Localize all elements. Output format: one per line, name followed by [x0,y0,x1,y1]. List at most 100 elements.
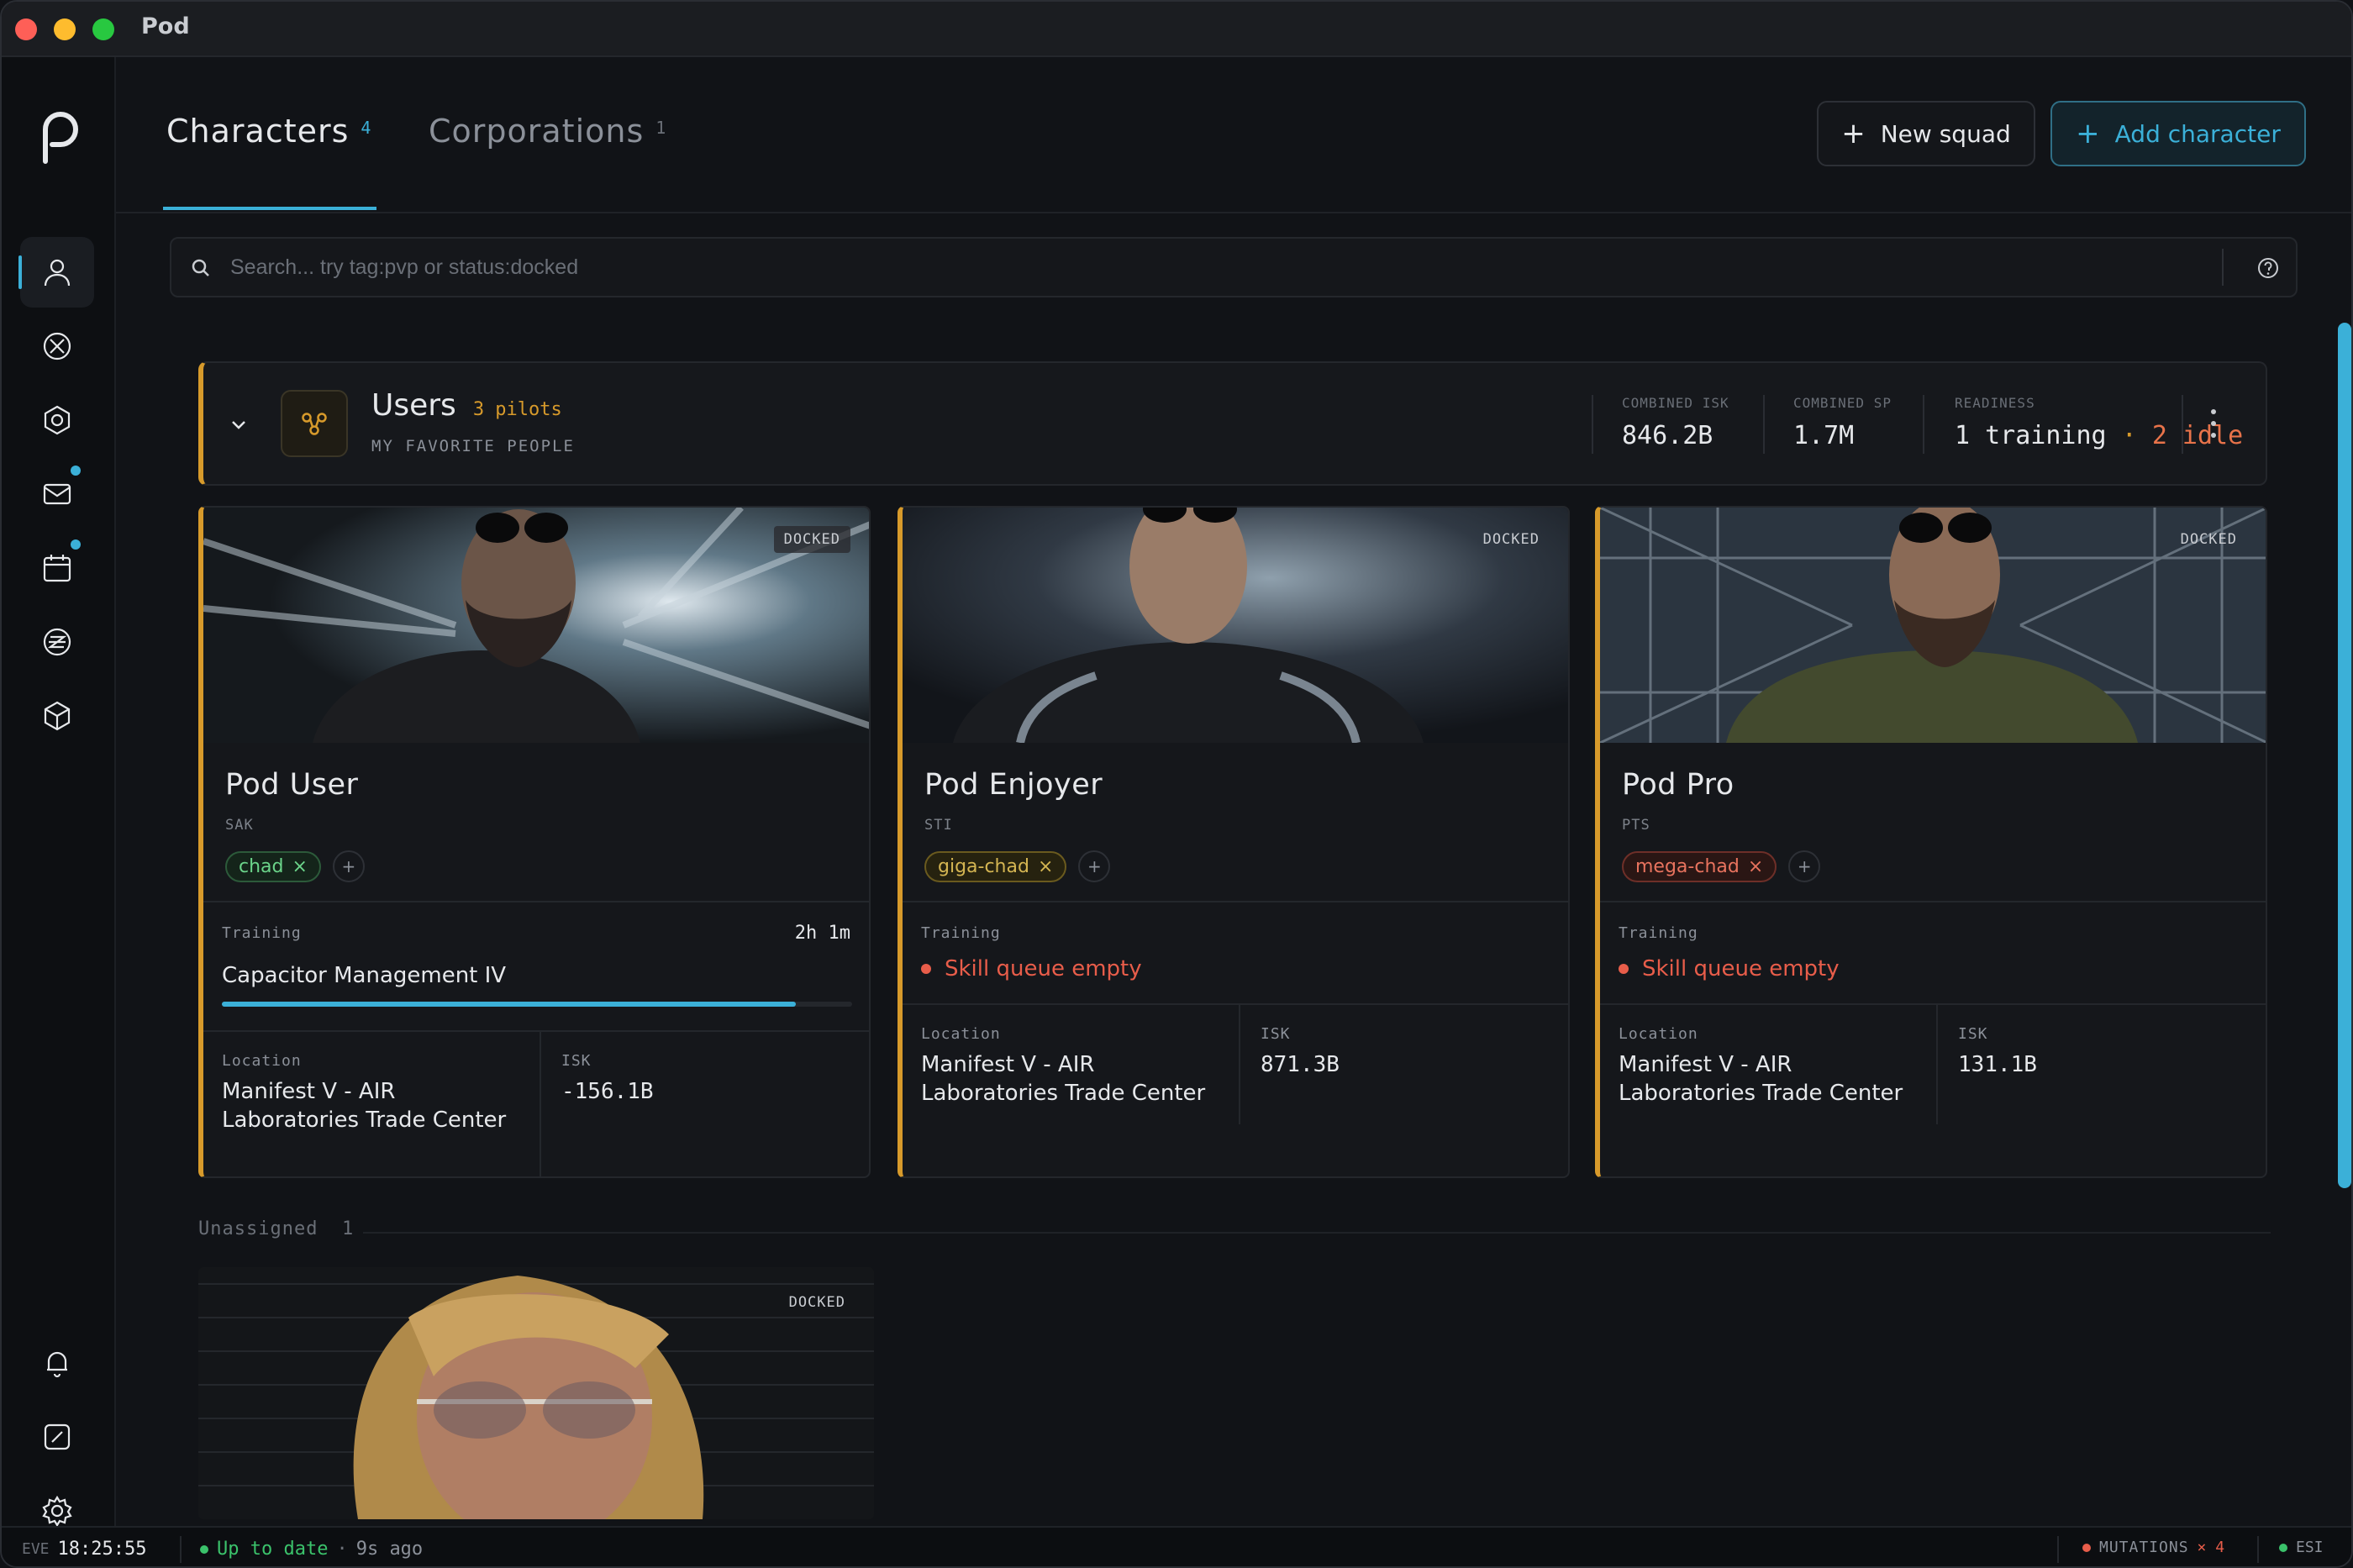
search-bar [170,237,2298,297]
add-character-label: Add character [2114,119,2281,148]
stat-readiness: READINESS 1 training · 2 idle [1955,395,2243,450]
isk-label: ISK [1958,1025,1988,1043]
stat-value: 1.7M [1793,421,1855,450]
divider [1239,1003,1240,1124]
training-label: Training [921,924,1001,942]
sidebar-item-corporations[interactable] [20,311,94,381]
character-portrait [903,508,1568,743]
tag-label: giga-chad [938,855,1029,877]
divider [1923,395,1924,454]
location-label: Location [921,1025,1001,1043]
divider [2182,395,2183,454]
tab-label: Characters [166,113,350,150]
minimize-window-button[interactable] [54,18,76,40]
isk-value: -156.1B [561,1079,654,1104]
add-tag-button[interactable]: + [1078,850,1111,882]
eve-time-label: EVE [22,1540,50,1558]
character-card[interactable]: DOCKED Pod User SAK chad × + Training 2h … [198,506,871,1178]
skill-queue-status: Skill queue empty [921,956,1142,981]
stat-label: COMBINED SP [1793,395,1892,411]
window-title: Pod [141,13,190,39]
separator: · [336,1539,348,1560]
add-tag-button[interactable]: + [1788,850,1821,882]
tag-chip[interactable]: chad × [225,850,321,882]
stat-value: 846.2B [1622,421,1713,450]
tab-corporations[interactable]: Corporations 1 [429,113,666,150]
sidebar-item-calendar[interactable] [20,533,94,603]
sidebar [2,57,116,1528]
close-window-button[interactable] [15,18,37,40]
help-icon[interactable] [2256,255,2281,281]
skill-queue-text: Skill queue empty [945,956,1142,981]
active-tab-indicator [163,207,376,210]
status-ok-dot [2279,1543,2287,1552]
character-card[interactable]: DOCKED Pod Enjoyer STI giga-chad × + Trai… [898,506,1570,1178]
sidebar-item-characters[interactable] [18,237,94,308]
location-value: Manifest V - AIR Laboratories Trade Cent… [222,1079,507,1133]
tab-characters[interactable]: Characters 4 [166,113,371,150]
status-badge: DOCKED [788,1294,845,1311]
squad-header: Users 3 pilots MY FAVORITE PEOPLE COMBIN… [198,361,2267,486]
eve-time: 18:25:55 [57,1539,147,1560]
status-error-dot [2082,1543,2091,1552]
chevron-down-icon[interactable] [229,415,249,435]
divider [203,901,869,902]
divider [1600,1003,2266,1005]
divider [1936,1003,1938,1124]
mutations-count: × 4 [2197,1539,2225,1556]
readiness-idle: 2 idle [2151,421,2244,450]
settings-hex-icon [44,405,71,435]
characters-icon [44,259,71,287]
divider [1592,395,1593,454]
add-character-button[interactable]: + Add character [2050,101,2306,166]
stats-button[interactable] [20,1402,94,1472]
training-progress-fill [222,1002,796,1007]
section-count: 1 [341,1218,355,1239]
tag-chip[interactable]: giga-chad × [924,850,1067,882]
header: Characters 4 Corporations 1 + New squad … [116,57,2351,213]
divider [363,1232,2271,1234]
sidebar-item-assets[interactable] [20,681,94,751]
stat-combined-sp: COMBINED SP 1.7M [1793,395,1892,450]
search-input[interactable] [230,250,2163,284]
character-card[interactable]: DOCKED [198,1267,874,1519]
scrollbar[interactable] [2338,323,2351,1188]
remove-tag-icon[interactable]: × [1748,856,1763,877]
remove-tag-icon[interactable]: × [292,856,308,877]
portrait-image [198,1267,874,1519]
divider [2257,1536,2259,1563]
sidebar-item-fittings[interactable] [20,385,94,455]
training-time: 2h 1m [794,923,850,944]
sidebar-item-killboard[interactable] [20,607,94,677]
corp-ticker: STI [924,817,953,834]
mutations-indicator[interactable]: MUTATIONS × 4 [2082,1539,2224,1556]
tab-count: 1 [655,118,667,138]
location-value: Manifest V - AIR Laboratories Trade Cent… [921,1052,1206,1106]
unassigned-section-label: Unassigned 1 [198,1218,354,1239]
notifications-button[interactable] [20,1328,94,1398]
sidebar-item-mail[interactable] [20,459,94,529]
character-card[interactable]: DOCKED Pod Pro PTS mega-chad × + Training… [1595,506,2267,1178]
more-options-icon[interactable] [2208,407,2219,440]
esi-indicator[interactable]: ESI [2279,1539,2324,1556]
stat-combined-isk: COMBINED ISK 846.2B [1622,395,1729,450]
location-value: Manifest V - AIR Laboratories Trade Cent… [1619,1052,1903,1106]
zoom-window-button[interactable] [92,18,114,40]
isk-value: 871.3B [1261,1052,1340,1077]
tag-chip[interactable]: mega-chad × [1622,850,1777,882]
unread-dot [71,466,81,476]
divider [540,1030,541,1176]
tag-label: mega-chad [1635,855,1740,877]
new-squad-label: New squad [1880,119,2011,148]
training-progress-bar [222,1002,852,1007]
new-squad-button[interactable]: + New squad [1817,101,2035,166]
readiness-training: 1 training [1955,421,2107,450]
main-content: Users 3 pilots MY FAVORITE PEOPLE COMBIN… [116,323,2335,1524]
pod-logo-icon[interactable] [34,106,86,165]
remove-tag-icon[interactable]: × [1038,856,1053,877]
divider [1600,901,2266,902]
plus-icon: + [2076,117,2100,150]
isk-value: 131.1B [1958,1052,2037,1077]
add-tag-button[interactable]: + [332,850,365,882]
divider [2222,249,2224,286]
